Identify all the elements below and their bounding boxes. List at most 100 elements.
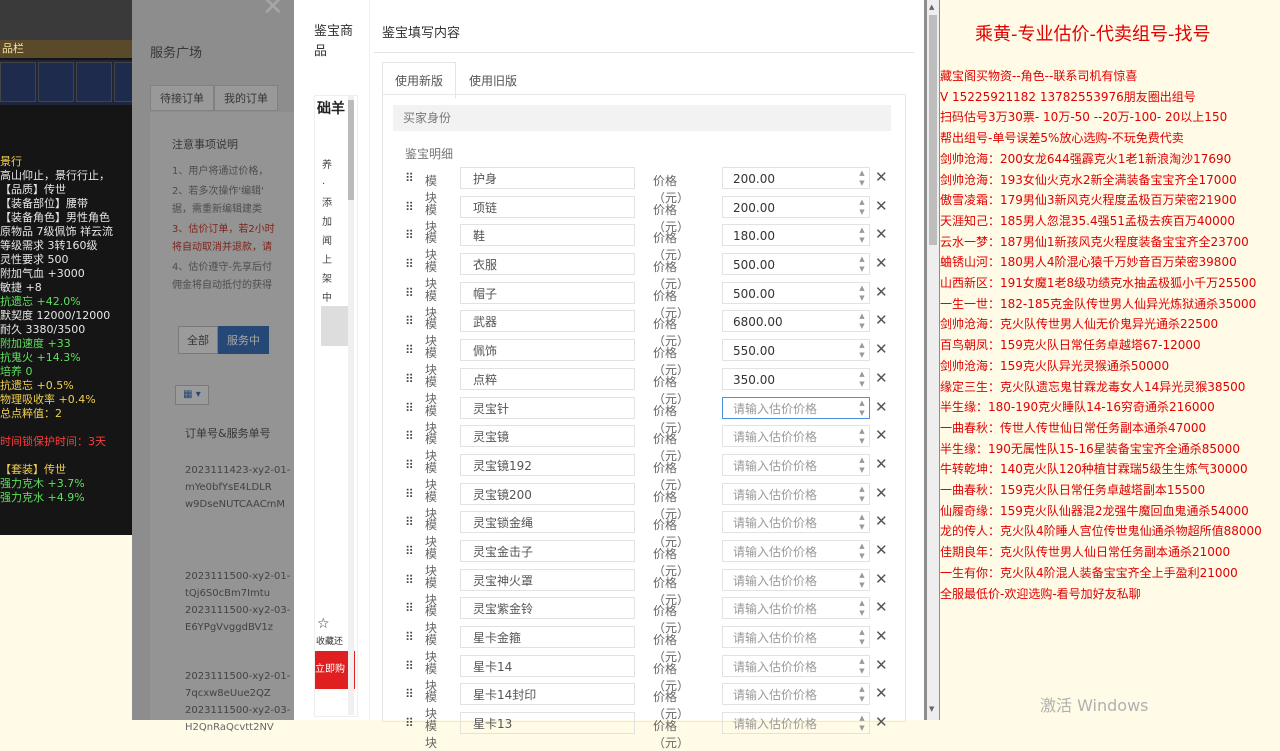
module-name-field[interactable]: 灵宝镜200 [460, 482, 635, 505]
stepper-icon[interactable]: ▲ ▼ [856, 225, 868, 245]
price-input[interactable]: 请输入估价价格 [722, 396, 870, 419]
drag-handle-icon[interactable]: ⠿ [405, 372, 417, 386]
drag-handle-icon[interactable]: ⠿ [405, 573, 417, 587]
price-input[interactable]: 350.00 [722, 367, 870, 390]
module-name-field[interactable]: 星卡金箍 [460, 626, 635, 648]
price-input[interactable]: 请输入估价价格 [722, 482, 870, 505]
price-input[interactable]: 200.00 [722, 195, 870, 218]
drag-handle-icon[interactable]: ⠿ [405, 515, 417, 529]
module-name-field[interactable]: 星卡14封印 [460, 683, 635, 706]
stepper-icon[interactable]: ▲ ▼ [856, 254, 868, 274]
price-input[interactable]: 请输入估价价格 [722, 597, 870, 620]
price-input[interactable]: 请输入估价价格 [722, 712, 870, 735]
preview-scrollbar[interactable] [348, 95, 354, 715]
drag-handle-icon[interactable]: ⠿ [405, 429, 417, 443]
item-slot[interactable] [114, 62, 132, 102]
stepper-icon[interactable]: ▲ ▼ [856, 168, 868, 188]
delete-icon[interactable]: ✕ [875, 484, 888, 502]
module-name-field[interactable]: 星卡14 [460, 654, 635, 677]
price-input[interactable]: 请输入估价价格 [722, 626, 870, 648]
item-slots[interactable] [0, 60, 132, 105]
delete-icon[interactable]: ✕ [875, 713, 888, 731]
stepper-icon[interactable]: ▲ ▼ [856, 484, 868, 504]
drag-handle-icon[interactable]: ⠿ [405, 544, 417, 558]
delete-icon[interactable]: ✕ [875, 340, 888, 358]
delete-icon[interactable]: ✕ [875, 656, 888, 674]
delete-icon[interactable]: ✕ [875, 570, 888, 588]
buyer-identity-section[interactable]: 买家身份 [393, 105, 891, 131]
stepper-icon[interactable]: ▲ ▼ [856, 541, 868, 561]
drag-handle-icon[interactable]: ⠿ [405, 401, 417, 415]
delete-icon[interactable]: ✕ [875, 426, 888, 444]
scroll-up-icon[interactable]: ▲ [929, 3, 934, 11]
module-name-field[interactable]: 灵宝锁金绳 [460, 511, 635, 534]
price-input[interactable]: 500.00 [722, 281, 870, 304]
scroll-down-icon[interactable]: ▼ [929, 705, 934, 713]
stepper-icon[interactable]: ▲ ▼ [856, 656, 868, 676]
price-input[interactable]: 请输入估价价格 [722, 683, 870, 706]
price-input[interactable]: 请输入估价价格 [722, 654, 870, 677]
delete-icon[interactable]: ✕ [875, 311, 888, 329]
price-input[interactable]: 请输入估价价格 [722, 453, 870, 476]
module-name-field[interactable]: 点粹 [460, 367, 635, 390]
stepper-icon[interactable]: ▲ ▼ [856, 197, 868, 217]
module-name-field[interactable]: 灵宝镜192 [460, 453, 635, 476]
drag-handle-icon[interactable]: ⠿ [405, 716, 417, 730]
module-name-field[interactable]: 鞋 [460, 224, 635, 247]
module-name-field[interactable]: 灵宝紫金铃 [460, 597, 635, 620]
drag-handle-icon[interactable]: ⠿ [405, 458, 417, 472]
stepper-icon[interactable]: ▲ ▼ [856, 570, 868, 590]
delete-icon[interactable]: ✕ [875, 627, 888, 645]
delete-icon[interactable]: ✕ [875, 168, 888, 186]
drag-handle-icon[interactable]: ⠿ [405, 630, 417, 644]
drag-handle-icon[interactable]: ⠿ [405, 200, 417, 214]
delete-icon[interactable]: ✕ [875, 684, 888, 702]
price-input[interactable]: 请输入估价价格 [722, 568, 870, 591]
price-input[interactable]: 500.00 [722, 253, 870, 276]
stepper-icon[interactable]: ▲ ▼ [856, 598, 868, 618]
price-input[interactable]: 请输入估价价格 [722, 511, 870, 534]
delete-icon[interactable]: ✕ [875, 541, 888, 559]
module-name-field[interactable]: 衣服 [460, 253, 635, 276]
delete-icon[interactable]: ✕ [875, 254, 888, 272]
item-slot[interactable] [76, 62, 112, 102]
drag-handle-icon[interactable]: ⠿ [405, 659, 417, 673]
module-name-field[interactable]: 星卡13 [460, 712, 635, 735]
price-input[interactable]: 请输入估价价格 [722, 539, 870, 562]
module-name-field[interactable]: 灵宝针 [460, 396, 635, 419]
price-input[interactable]: 200.00 [722, 167, 870, 189]
module-name-field[interactable]: 护身 [460, 167, 635, 189]
stepper-icon[interactable]: ▲ ▼ [856, 398, 868, 418]
drag-handle-icon[interactable]: ⠿ [405, 314, 417, 328]
delete-icon[interactable]: ✕ [875, 512, 888, 530]
delete-icon[interactable]: ✕ [875, 455, 888, 473]
drag-handle-icon[interactable]: ⠿ [405, 487, 417, 501]
module-name-field[interactable]: 灵宝金击子 [460, 539, 635, 562]
stepper-icon[interactable]: ▲ ▼ [856, 627, 868, 647]
price-input[interactable]: 6800.00 [722, 310, 870, 333]
delete-icon[interactable]: ✕ [875, 225, 888, 243]
price-input[interactable]: 550.00 [722, 339, 870, 362]
stepper-icon[interactable]: ▲ ▼ [856, 283, 868, 303]
delete-icon[interactable]: ✕ [875, 283, 888, 301]
module-name-field[interactable]: 佩饰 [460, 339, 635, 362]
drag-handle-icon[interactable]: ⠿ [405, 257, 417, 271]
stepper-icon[interactable]: ▲ ▼ [856, 512, 868, 532]
product-thumbnail[interactable] [321, 306, 351, 346]
module-name-field[interactable]: 帽子 [460, 281, 635, 304]
module-name-field[interactable]: 灵宝镜 [460, 425, 635, 448]
stepper-icon[interactable]: ▲ ▼ [856, 340, 868, 360]
drag-handle-icon[interactable]: ⠿ [405, 687, 417, 701]
delete-icon[interactable]: ✕ [875, 197, 888, 215]
item-slot[interactable] [0, 62, 36, 102]
modal-scrollbar[interactable]: ▲ ▼ [927, 0, 939, 720]
stepper-icon[interactable]: ▲ ▼ [856, 713, 868, 733]
stepper-icon[interactable]: ▲ ▼ [856, 426, 868, 446]
delete-icon[interactable]: ✕ [875, 598, 888, 616]
drag-handle-icon[interactable]: ⠿ [405, 286, 417, 300]
stepper-icon[interactable]: ▲ ▼ [856, 684, 868, 704]
star-icon[interactable]: ☆ [317, 616, 330, 632]
item-slot[interactable] [38, 62, 74, 102]
module-name-field[interactable]: 项链 [460, 195, 635, 218]
stepper-icon[interactable]: ▲ ▼ [856, 311, 868, 331]
